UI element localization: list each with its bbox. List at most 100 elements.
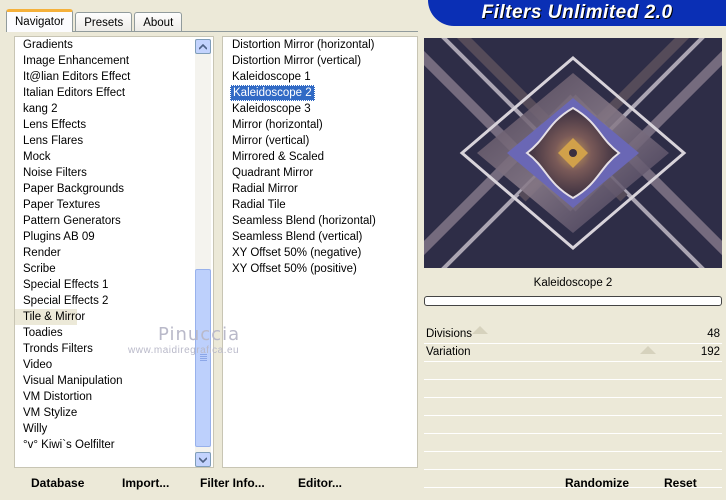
category-item[interactable]: Visual Manipulation [15,373,197,389]
filter-item-label: Radial Mirror [232,183,298,195]
filter-item-label: Kaleidoscope 2 [230,85,315,101]
right-button-bar: Randomize Reset [424,472,722,496]
empty-param-row [424,416,722,434]
category-item[interactable]: Lens Flares [15,133,197,149]
reset-button[interactable]: Reset [664,476,697,490]
param-divisions[interactable]: Divisions 48 [424,326,722,344]
preview-image [424,38,722,268]
watermark: Pinuccia www.maidiregrafica.eu [128,324,240,356]
filter-item-label: Seamless Blend (vertical) [232,231,363,243]
empty-param-row [424,434,722,452]
param-label: Variation [426,346,471,358]
category-item[interactable]: °v° Kiwi`s Oelfilter [15,437,197,453]
param-value: 48 [707,328,720,340]
filter-item-label: Kaleidoscope 1 [232,71,311,83]
empty-param-row [424,380,722,398]
param-variation[interactable]: Variation 192 [424,344,722,362]
parameter-panel: Divisions 48 Variation 192 [424,326,722,488]
filter-item-label: Quadrant Mirror [232,167,314,179]
category-item[interactable]: Video [15,357,197,373]
category-list[interactable]: Gradients Image Enhancement It@lian Editor… [15,37,197,467]
slider-thumb[interactable] [472,326,488,334]
filter-item-label: Mirror (vertical) [232,135,310,147]
category-item[interactable]: Mock [15,149,197,165]
filter-item[interactable]: Seamless Blend (horizontal) [223,213,417,229]
database-button[interactable]: Database [31,476,84,490]
filter-item[interactable]: Mirror (horizontal) [223,117,417,133]
category-item[interactable]: Plugins AB 09 [15,229,197,245]
filter-list-panel: Distortion Mirror (horizontal) Distortion… [222,36,418,468]
category-item[interactable]: Paper Textures [15,197,197,213]
import-button[interactable]: Import... [122,476,169,490]
filter-item-label: Seamless Blend (horizontal) [232,215,376,227]
filter-item[interactable]: Radial Mirror [223,181,417,197]
filter-item-label: XY Offset 50% (positive) [232,263,357,275]
category-item[interactable]: kang 2 [15,101,197,117]
filter-item[interactable]: Kaleidoscope 1 [223,69,417,85]
progress-bar [424,296,722,306]
category-item[interactable]: Scribe [15,261,197,277]
category-item[interactable]: Render [15,245,197,261]
watermark-name: Pinuccia [158,324,241,345]
filter-item-label: Radial Tile [232,199,286,211]
scroll-up-button[interactable] [195,39,211,54]
tab-navigator[interactable]: Navigator [6,9,74,32]
category-item[interactable]: Lens Effects [15,117,197,133]
filter-item-label: Kaleidoscope 3 [232,103,311,115]
filter-item-label: Distortion Mirror (vertical) [232,55,362,67]
filter-item[interactable]: Distortion Mirror (vertical) [223,53,417,69]
empty-param-row [424,398,722,416]
tab-bar: Navigator Presets About [6,8,184,32]
filter-item[interactable]: Seamless Blend (vertical) [223,229,417,245]
param-value: 192 [700,346,720,358]
category-item[interactable]: Image Enhancement [15,53,197,69]
app-banner: Filters Unlimited 2.0 [428,0,726,26]
filter-item[interactable]: Mirrored & Scaled [223,149,417,165]
category-item[interactable]: Gradients [15,37,197,53]
chevron-up-icon [199,43,207,50]
empty-param-row [424,362,722,380]
app-title: Filters Unlimited 2.0 [481,2,673,23]
chevron-down-icon [199,456,207,463]
category-item[interactable]: Paper Backgrounds [15,181,197,197]
scroll-down-button[interactable] [195,452,211,467]
filter-info-button[interactable]: Filter Info... [200,476,265,490]
left-button-bar: Database Import... Filter Info... Editor… [14,472,418,496]
category-item[interactable]: VM Stylize [15,405,197,421]
category-item[interactable]: Special Effects 2 [15,293,197,309]
category-list-panel: Gradients Image Enhancement It@lian Editor… [14,36,214,468]
filter-item-label: Distortion Mirror (horizontal) [232,39,375,51]
kaleidoscope-preview-graphic [424,38,722,268]
watermark-url: www.maidiregrafica.eu [128,345,240,356]
category-item[interactable]: Special Effects 1 [15,277,197,293]
filter-item-label: Mirror (horizontal) [232,119,323,131]
editor-button[interactable]: Editor... [298,476,342,490]
category-scrollbar[interactable] [195,39,211,467]
filter-item-label: Mirrored & Scaled [232,151,325,163]
category-item[interactable]: VM Distortion [15,389,197,405]
filter-item[interactable]: Quadrant Mirror [223,165,417,181]
category-item[interactable]: Noise Filters [15,165,197,181]
category-item[interactable]: Willy [15,421,197,437]
empty-param-row [424,452,722,470]
category-item[interactable]: Tile & Mirror [15,309,85,325]
filter-item[interactable]: Kaleidoscope 2 [223,85,417,101]
tab-presets[interactable]: Presets [75,12,133,32]
filter-item[interactable]: XY Offset 50% (positive) [223,261,417,277]
category-item[interactable]: Pattern Generators [15,213,197,229]
scroll-thumb[interactable] [195,269,211,447]
filter-item[interactable]: Radial Tile [223,197,417,213]
randomize-button[interactable]: Randomize [565,476,629,490]
slider-thumb[interactable] [640,346,656,354]
param-label: Divisions [426,328,473,340]
category-item[interactable]: Italian Editors Effect [15,85,197,101]
filter-item[interactable]: Distortion Mirror (horizontal) [223,37,417,53]
tab-about[interactable]: About [134,12,183,32]
filter-item[interactable]: Kaleidoscope 3 [223,101,417,117]
filter-item-label: XY Offset 50% (negative) [232,247,362,259]
category-item[interactable]: It@lian Editors Effect [15,69,197,85]
selected-filter-name: Kaleidoscope 2 [533,277,613,289]
filter-item[interactable]: Mirror (vertical) [223,133,417,149]
filter-item[interactable]: XY Offset 50% (negative) [223,245,417,261]
filter-list[interactable]: Distortion Mirror (horizontal) Distortion… [223,37,417,277]
